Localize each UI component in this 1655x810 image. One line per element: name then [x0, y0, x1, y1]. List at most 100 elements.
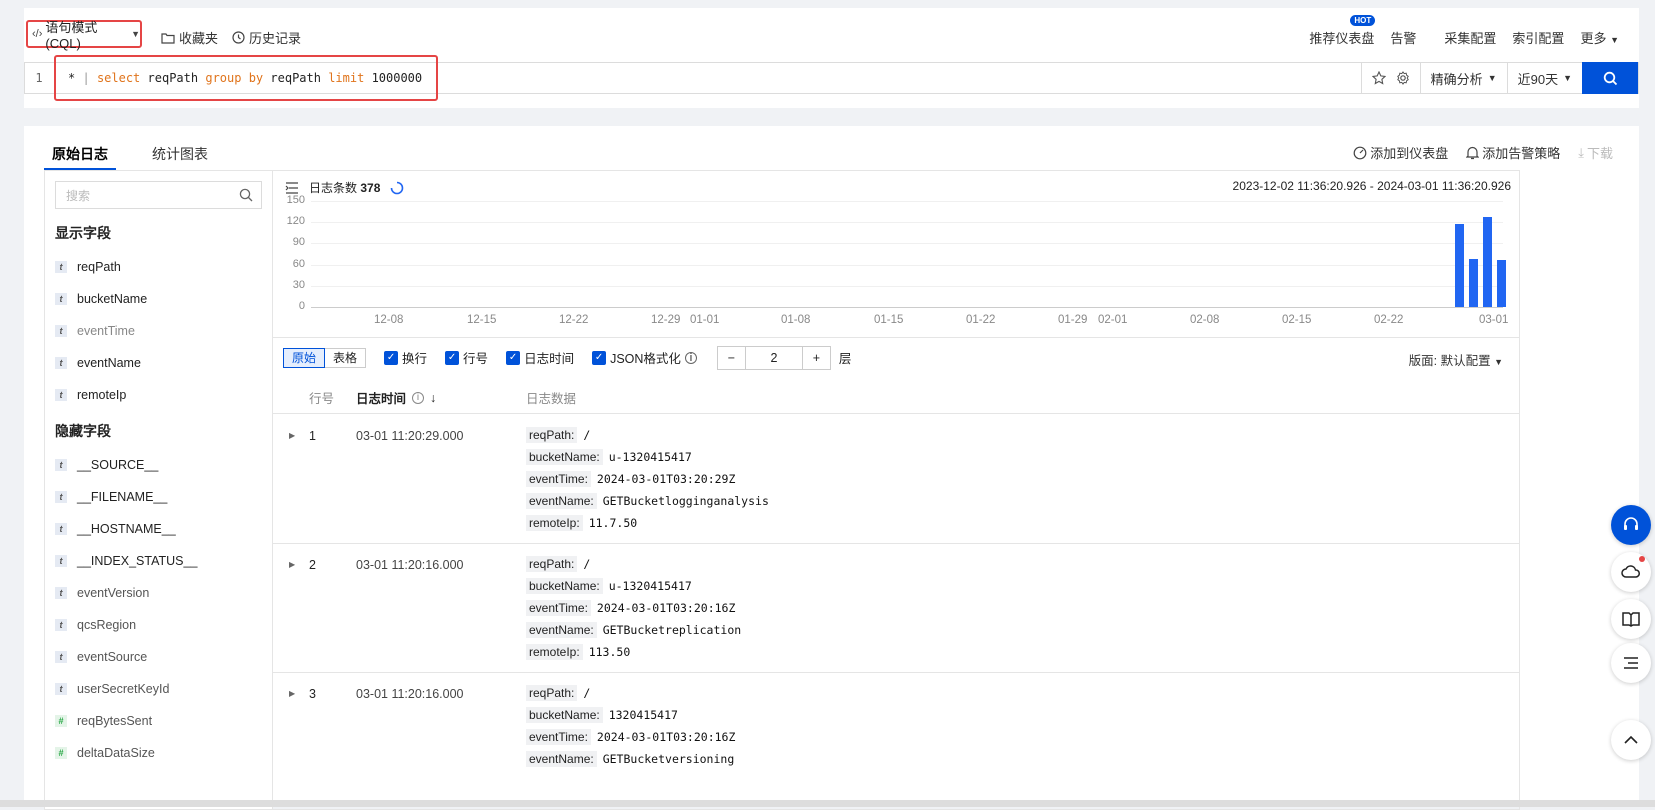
star-button[interactable]: [1360, 62, 1392, 94]
log-field-value[interactable]: 113.50: [589, 645, 631, 659]
log-field-value[interactable]: GETBucketversioning: [603, 752, 735, 766]
col-log-time[interactable]: 日志时间 i ↓: [356, 388, 436, 407]
log-field-key[interactable]: reqPath:: [526, 556, 578, 572]
level-input[interactable]: 2: [746, 347, 802, 369]
shown-field-item[interactable]: t remoteIp: [45, 379, 272, 411]
log-field: eventTime: 2024-03-01T03:20:29Z: [526, 471, 735, 487]
histogram-bar[interactable]: [1455, 224, 1464, 307]
log-field-value[interactable]: u-1320415417: [609, 579, 692, 593]
hidden-field-item[interactable]: t eventSource: [45, 641, 272, 673]
tab-raw-logs[interactable]: 原始日志: [44, 138, 116, 170]
hidden-field-item[interactable]: t qcsRegion: [45, 609, 272, 641]
query-editor-row: 1 * | select reqPath group by reqPath li…: [24, 55, 1639, 101]
shown-field-item[interactable]: t eventName: [45, 347, 272, 379]
add-to-dashboard-button[interactable]: 添加到仪表盘: [1353, 143, 1448, 162]
log-field-value[interactable]: 1320415417: [609, 708, 678, 722]
shown-field-item[interactable]: t eventTime: [45, 315, 272, 347]
more-dropdown[interactable]: 更多 ▼: [1580, 28, 1619, 47]
add-to-dashboard-label: 添加到仪表盘: [1370, 146, 1449, 161]
field-sidebar: 搜索 显示字段 t reqPath t bucketName t eventTime t ev…: [44, 170, 272, 810]
hidden-field-item[interactable]: t __SOURCE__: [45, 449, 272, 481]
collect-config-link[interactable]: 采集配置: [1444, 28, 1496, 47]
field-search-input[interactable]: 搜索: [55, 181, 262, 209]
index-config-link[interactable]: 索引配置: [1512, 28, 1564, 47]
customer-service-button[interactable]: [1611, 505, 1651, 545]
log-field-key[interactable]: eventName:: [526, 493, 597, 509]
shown-field-item[interactable]: t reqPath: [45, 251, 272, 283]
hidden-field-item[interactable]: t __INDEX_STATUS__: [45, 545, 272, 577]
collapse-icon[interactable]: [285, 181, 299, 194]
back-to-top-button[interactable]: [1611, 720, 1651, 760]
log-field-value[interactable]: /: [583, 686, 590, 700]
y-tick-label: 90: [292, 236, 305, 249]
log-field-value[interactable]: 11.7.50: [589, 516, 637, 530]
search-button[interactable]: [1582, 62, 1638, 94]
add-alarm-policy-button[interactable]: 添加告警策略: [1466, 143, 1560, 162]
log-count-label: 日志条数: [309, 181, 358, 195]
hidden-field-item[interactable]: t __HOSTNAME__: [45, 513, 272, 545]
log-field-value[interactable]: 2024-03-01T03:20:16Z: [597, 730, 735, 744]
hidden-field-item[interactable]: t userSecretKeyId: [45, 673, 272, 705]
log-field-value[interactable]: 2024-03-01T03:20:16Z: [597, 601, 735, 615]
horizontal-scrollbar[interactable]: [0, 800, 1655, 807]
query-input[interactable]: * | select reqPath group by reqPath limi…: [54, 55, 438, 101]
analysis-mode-dropdown[interactable]: 精确分析 ▼: [1419, 62, 1507, 94]
favorites-link[interactable]: 收藏夹: [161, 28, 218, 47]
hidden-field-item[interactable]: t eventVersion: [45, 577, 272, 609]
log-field-key[interactable]: reqPath:: [526, 427, 578, 443]
log-field-value[interactable]: 2024-03-01T03:20:29Z: [597, 472, 735, 486]
expand-icon[interactable]: ▶: [289, 431, 295, 440]
wrap-checkbox[interactable]: ✓ 换行: [384, 348, 427, 367]
x-tick-label: 01-01: [690, 314, 720, 326]
log-field-key[interactable]: remoteIp:: [526, 515, 583, 531]
text-type-icon: t: [55, 293, 67, 305]
x-tick-label: 12-08: [374, 314, 404, 326]
histogram-bar[interactable]: [1497, 260, 1506, 307]
log-time-label: 日志时间: [524, 352, 575, 366]
view-mode-table[interactable]: 表格: [325, 349, 365, 367]
log-field-key[interactable]: eventTime:: [526, 729, 591, 745]
log-field-value[interactable]: /: [583, 428, 590, 442]
hidden-field-item[interactable]: # deltaDataSize: [45, 737, 272, 769]
docs-button[interactable]: [1611, 599, 1651, 639]
log-field-key[interactable]: reqPath:: [526, 685, 578, 701]
alarm-link[interactable]: 告警: [1390, 28, 1416, 47]
download-button[interactable]: ⤓ 下载: [1578, 143, 1613, 162]
log-field-key[interactable]: eventName:: [526, 622, 597, 638]
increment-button[interactable]: +: [801, 346, 830, 369]
log-field-value[interactable]: /: [583, 557, 590, 571]
text-type-icon: t: [55, 523, 67, 535]
line-number-checkbox[interactable]: ✓ 行号: [445, 348, 488, 367]
layout-config-dropdown[interactable]: 版面: 默认配置 ▼: [1409, 350, 1503, 369]
log-field-key[interactable]: bucketName:: [526, 578, 603, 594]
log-time-checkbox[interactable]: ✓ 日志时间: [506, 348, 574, 367]
log-field-key[interactable]: eventName:: [526, 751, 597, 767]
log-field-value[interactable]: GETBucketlogginganalysis: [603, 494, 769, 508]
expand-icon[interactable]: ▶: [289, 689, 295, 698]
query-mode-dropdown[interactable]: ‹/› 语句模式(CQL) ▼: [26, 20, 142, 51]
time-range-dropdown[interactable]: 近90天 ▼: [1506, 62, 1582, 94]
shown-field-item[interactable]: t bucketName: [45, 283, 272, 315]
cloud-assistant-button[interactable]: [1611, 552, 1651, 592]
log-field-key[interactable]: bucketName:: [526, 449, 603, 465]
history-link[interactable]: 历史记录: [232, 28, 301, 47]
sort-down-icon[interactable]: ↓: [430, 391, 436, 405]
histogram-bar[interactable]: [1469, 258, 1478, 307]
view-mode-raw[interactable]: 原始: [283, 347, 326, 368]
log-field-key[interactable]: bucketName:: [526, 707, 603, 723]
outline-button[interactable]: [1611, 643, 1651, 683]
tab-statistics-chart[interactable]: 统计图表: [144, 138, 216, 170]
hidden-field-item[interactable]: t __FILENAME__: [45, 481, 272, 513]
settings-button[interactable]: [1392, 62, 1420, 94]
log-field-key[interactable]: eventTime:: [526, 471, 591, 487]
recommended-dashboards-link[interactable]: 推荐仪表盘 HOT: [1309, 15, 1376, 47]
log-field-key[interactable]: eventTime:: [526, 600, 591, 616]
log-field-key[interactable]: remoteIp:: [526, 644, 583, 660]
decrement-button[interactable]: −: [718, 346, 746, 369]
json-format-checkbox[interactable]: ✓ JSON格式化 i: [592, 348, 697, 367]
log-field-value[interactable]: u-1320415417: [609, 450, 692, 464]
log-field-value[interactable]: GETBucketreplication: [603, 623, 741, 637]
histogram-bar[interactable]: [1483, 216, 1492, 307]
hidden-field-item[interactable]: # reqBytesSent: [45, 705, 272, 737]
expand-icon[interactable]: ▶: [289, 560, 295, 569]
